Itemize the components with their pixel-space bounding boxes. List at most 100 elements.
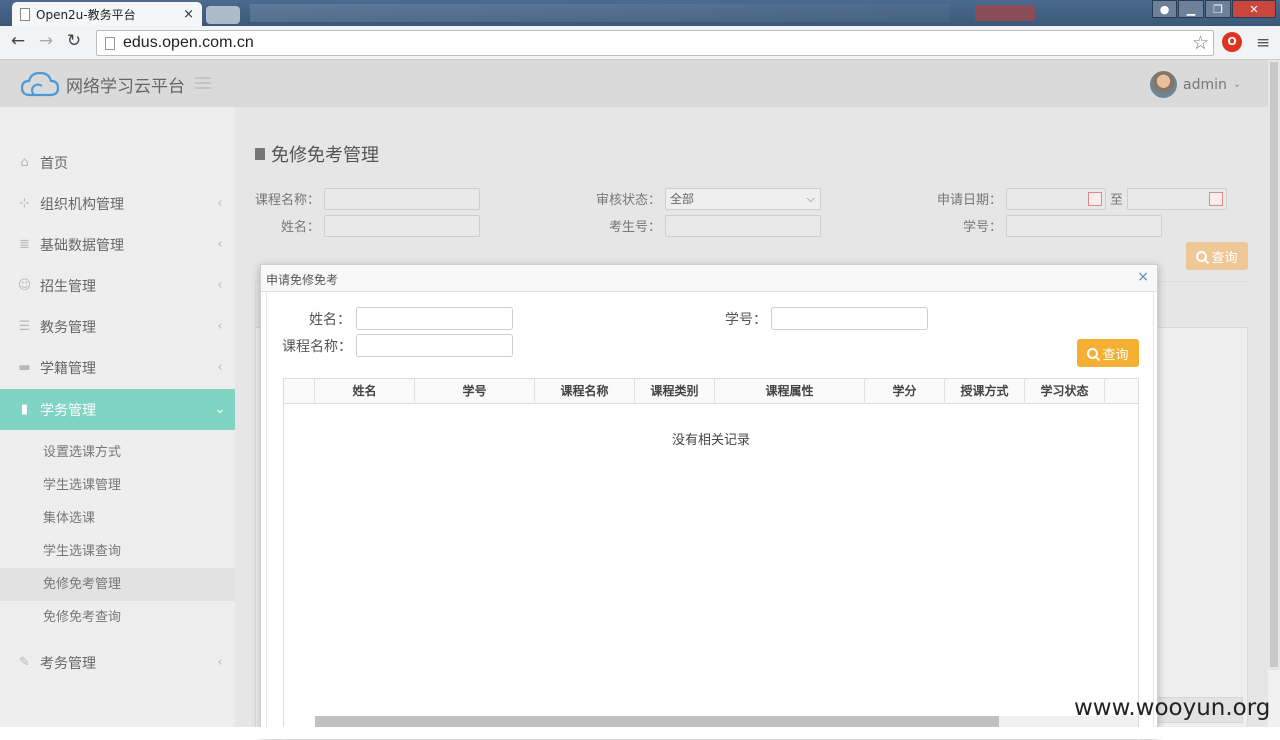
name-input[interactable] xyxy=(324,215,480,237)
column-header[interactable]: 姓名 xyxy=(315,379,415,404)
bookmark-star-icon[interactable]: ☆ xyxy=(1192,32,1209,54)
page-icon xyxy=(105,36,115,50)
sidebar-item-label: 首页 xyxy=(40,155,68,172)
column-header[interactable]: 课程名称 xyxy=(535,379,635,404)
tab-close-icon[interactable]: × xyxy=(183,7,194,22)
chevron-left-icon: ‹ xyxy=(217,360,223,375)
browser-tabstrip: Open2u-教务平台 × ● ▁ ❐ ✕ xyxy=(0,0,1280,26)
close-window-button[interactable]: ✕ xyxy=(1232,0,1276,18)
dialog-query-button[interactable]: 查询 xyxy=(1077,339,1139,367)
logo[interactable]: 网络学习云平台 xyxy=(20,70,185,98)
users-icon: ☺ xyxy=(17,278,32,293)
column-header[interactable]: 学习状态 xyxy=(1025,379,1105,404)
sidebar-subitem-course-mode[interactable]: 设置选课方式 xyxy=(0,436,235,469)
cloud-icon xyxy=(20,71,60,97)
sidebar-subitem-exemption-manage[interactable]: 免修免考管理 xyxy=(0,568,235,601)
reload-icon[interactable]: ↻ xyxy=(60,31,88,51)
browser-menu-icon[interactable]: ≡ xyxy=(1256,33,1270,53)
edit-icon: ✎ xyxy=(19,655,30,670)
sitemap-icon: ⊹ xyxy=(19,196,30,211)
sidebar-subitem-course-selection[interactable]: 学生选课管理 xyxy=(0,469,235,502)
sidebar-item-student-status[interactable]: ▬ 学籍管理 ‹ xyxy=(0,347,235,388)
page-scrollbar[interactable] xyxy=(1268,60,1280,670)
sidebar-item-exam-affairs[interactable]: ✎ 考务管理 ‹ xyxy=(0,642,235,683)
chevron-left-icon: ‹ xyxy=(217,196,223,211)
sidebar-item-academic[interactable]: ☰ 教务管理 ‹ xyxy=(0,306,235,347)
sidebar-item-label: 招生管理 xyxy=(40,278,96,295)
chevron-left-icon: ‹ xyxy=(217,319,223,334)
exam-no-input[interactable] xyxy=(665,215,821,237)
sidebar-item-student-affairs[interactable]: ▮ 学务管理 ⌄ xyxy=(0,389,235,430)
apply-exemption-dialog: 申请免修免考 × 姓名： 学号： 课程名称： 查询 姓名 学号 课程名称 课程类… xyxy=(260,264,1158,740)
maximize-button[interactable]: ❐ xyxy=(1205,0,1231,18)
end-date-input[interactable] xyxy=(1127,188,1227,210)
start-date-input[interactable] xyxy=(1006,188,1106,210)
query-button[interactable]: 查询 xyxy=(1186,242,1248,270)
dialog-title: 申请免修免考 xyxy=(266,273,339,287)
url-field[interactable]: edus.open.com.cn ☆ xyxy=(96,30,1214,56)
sidebar-item-organization[interactable]: ⊹ 组织机构管理 ‹ xyxy=(0,183,235,224)
back-icon[interactable]: ← xyxy=(4,31,32,51)
minimize-button[interactable]: ▁ xyxy=(1178,0,1204,18)
app-header: 网络学习云平台 admin ⌄ xyxy=(0,60,1268,107)
calendar-icon[interactable] xyxy=(1209,192,1223,206)
column-header[interactable]: 学号 xyxy=(415,379,535,404)
column-header[interactable]: 课程属性 xyxy=(715,379,865,404)
new-tab-button[interactable] xyxy=(206,6,240,24)
course-name-label: 课程名称： xyxy=(255,193,321,208)
sidebar-subitem-group-selection[interactable]: 集体选课 xyxy=(0,502,235,535)
profile-icon[interactable]: ● xyxy=(1152,0,1177,18)
sidebar-item-label: 教务管理 xyxy=(40,319,96,336)
file-icon: ▮ xyxy=(20,402,29,417)
dialog-body: 姓名： 学号： 课程名称： 查询 姓名 学号 课程名称 课程类别 课程属性 学分… xyxy=(266,292,1154,740)
browser-tab[interactable]: Open2u-教务平台 × xyxy=(12,2,202,26)
result-table-header: 姓名 学号 课程名称 课程类别 课程属性 学分 授课方式 学习状态 xyxy=(284,379,1138,404)
sidebar-item-home[interactable]: ⌂ 首页 xyxy=(0,142,235,183)
dialog-student-no-input[interactable] xyxy=(771,307,928,330)
close-icon[interactable]: × xyxy=(1137,269,1149,285)
column-header[interactable]: 学分 xyxy=(865,379,945,404)
search-icon xyxy=(1196,250,1208,262)
query-button-label: 查询 xyxy=(1211,250,1238,266)
empty-message: 没有相关记录 xyxy=(671,433,750,448)
calendar-icon[interactable] xyxy=(1088,192,1102,206)
user-menu[interactable]: admin ⌄ xyxy=(1150,71,1241,98)
folder-icon: ▬ xyxy=(18,360,31,375)
blurred-badge xyxy=(975,5,1035,21)
page-icon xyxy=(20,7,30,21)
column-header[interactable]: 课程类别 xyxy=(635,379,715,404)
student-no-input[interactable] xyxy=(1006,215,1162,237)
sidebar-item-enrollment[interactable]: ☺ 招生管理 ‹ xyxy=(0,265,235,306)
bottom-strip xyxy=(0,727,1280,739)
sidebar-item-label: 学籍管理 xyxy=(40,360,96,377)
dialog-header: 申请免修免考 × xyxy=(261,265,1157,292)
name-label: 姓名： xyxy=(281,220,321,235)
sidebar-item-label: 学务管理 xyxy=(40,402,96,419)
apply-date-label: 申请日期： xyxy=(937,193,1003,208)
extension-icon[interactable]: O xyxy=(1222,32,1242,52)
sidebar-subitem-exemption-query[interactable]: 免修免考查询 xyxy=(0,601,235,634)
sidebar-item-basic-data[interactable]: ≣ 基础数据管理 ‹ xyxy=(0,224,235,265)
blurred-bookmarks xyxy=(250,4,950,22)
column-header[interactable]: 授课方式 xyxy=(945,379,1025,404)
course-name-input[interactable] xyxy=(324,188,480,210)
sidebar-subitem-selection-query[interactable]: 学生选课查询 xyxy=(0,535,235,568)
dialog-student-no-label: 学号： xyxy=(725,312,767,328)
dialog-course-label: 课程名称： xyxy=(282,339,352,355)
dialog-name-input[interactable] xyxy=(356,307,513,330)
dialog-course-input[interactable] xyxy=(356,334,513,357)
chevron-left-icon: ‹ xyxy=(217,655,223,670)
forward-icon[interactable]: → xyxy=(32,31,60,51)
chevron-down-icon: ⌵ xyxy=(806,192,815,205)
sidebar-item-label: 考务管理 xyxy=(40,655,96,672)
chevron-down-icon: ⌄ xyxy=(1232,79,1242,90)
audit-status-select[interactable]: 全部 ⌵ xyxy=(665,188,821,210)
audit-status-label: 审核状态： xyxy=(596,193,662,208)
address-bar-row: ← → ↻ edus.open.com.cn ☆ O ≡ xyxy=(0,26,1280,60)
menu-toggle-icon[interactable] xyxy=(195,77,211,89)
audit-status-value: 全部 xyxy=(670,192,695,206)
student-no-label: 学号： xyxy=(963,220,1003,235)
chevron-left-icon: ‹ xyxy=(217,237,223,252)
result-table: 姓名 学号 课程名称 课程类别 课程属性 学分 授课方式 学习状态 没有相关记录 xyxy=(283,378,1139,740)
logo-text: 网络学习云平台 xyxy=(66,76,185,97)
